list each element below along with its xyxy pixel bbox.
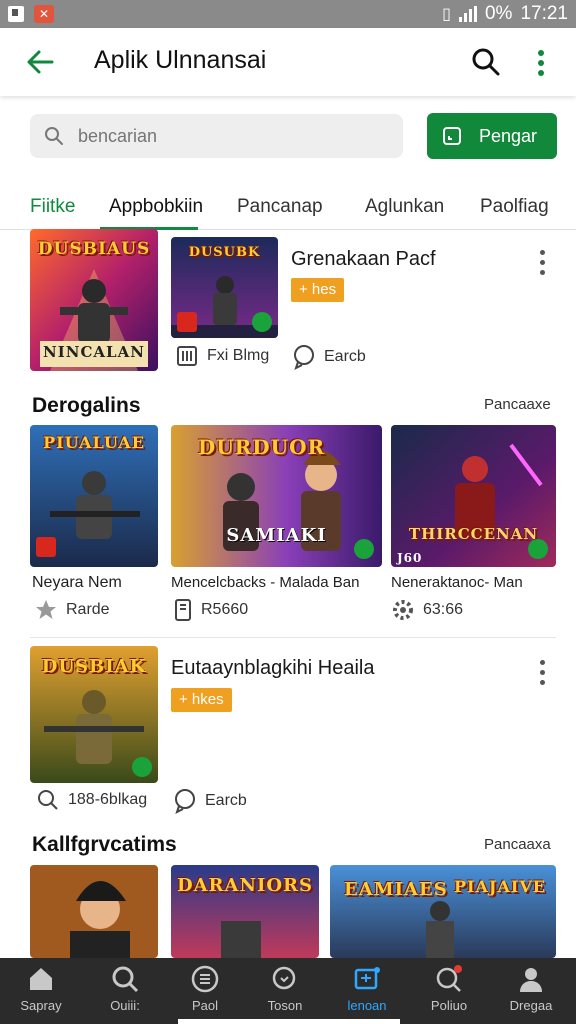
featured-menu-button[interactable]: [537, 250, 547, 278]
art-title: DARANIORS: [176, 875, 313, 896]
art-title: DURDUOR: [197, 435, 326, 459]
tab-4[interactable]: Paolfiag: [480, 196, 549, 218]
game-art-section1-2[interactable]: DURDUOR SAMIAKI: [171, 425, 382, 567]
overflow-menu-button[interactable]: [526, 46, 556, 82]
art-title: EAMIAES: [344, 879, 448, 900]
featured-mid-title[interactable]: Eutaaynblagkihi Heaila: [171, 657, 374, 680]
comment-icon: [294, 345, 314, 370]
art-title: DUSUBK: [188, 245, 261, 260]
search-icon: [38, 790, 58, 810]
featured-meta-2-text: Earcb: [324, 348, 366, 365]
play-icon: [354, 539, 374, 559]
art-title-2: PIAJAIVE: [453, 877, 546, 896]
featured-badge: + hes: [291, 278, 345, 302]
nav-item-2[interactable]: Paol: [164, 958, 246, 1024]
nav-item-3[interactable]: Toson: [244, 958, 326, 1024]
arrow-left-icon: [27, 50, 54, 74]
featured-meta-1: Fxi Blmg: [175, 344, 269, 368]
game-art-featured-1[interactable]: DUSBIAUS NINCALAN: [30, 229, 158, 371]
featured-mid-meta-1: 188-6blkag: [36, 788, 147, 812]
game-art-featured-3[interactable]: DUSBIAK: [30, 646, 158, 783]
search-submit-button[interactable]: Pengar: [427, 113, 557, 159]
list-icon: [191, 965, 219, 993]
featured-title[interactable]: Grenakaan Pacf: [291, 248, 436, 271]
clock: 17:21: [520, 3, 568, 24]
search-button-label: Pengar: [479, 125, 538, 146]
back-button[interactable]: [22, 44, 58, 80]
star-icon: [36, 600, 56, 619]
gear-icon: [393, 600, 413, 620]
section-2-title: Kallfgrvcatims: [32, 833, 177, 856]
notification-icon: [8, 6, 24, 22]
divider: [30, 637, 556, 638]
comment-icon: [175, 789, 195, 814]
bottom-navigation: Sapray Ouiii: Paol Toson lenoan Poliuo D…: [0, 958, 576, 1024]
badge-icon: [177, 312, 197, 332]
search-icon: [45, 127, 63, 145]
gesture-bar: [178, 1019, 400, 1024]
page-title: Aplik Ulnnansai: [94, 46, 267, 74]
section-1-item-3-caption[interactable]: Neneraktanoc- Man: [391, 574, 523, 591]
nav-item-0[interactable]: Sapray: [0, 958, 82, 1024]
phone-icon: [175, 599, 191, 621]
more-vertical-icon: [538, 50, 544, 76]
game-art-section1-3[interactable]: THIRCCENAN J60: [391, 425, 556, 567]
vibrate-icon: ▯: [442, 6, 451, 23]
featured-meta-2: Earcb: [292, 344, 366, 370]
play-icon: [252, 312, 272, 332]
featured-mid-badge: + hkes: [171, 688, 232, 712]
art-subtitle: NINCALAN: [43, 343, 145, 361]
search-icon: [472, 48, 500, 76]
tab-bar: Fiitke Appbobkiin Pancanap Aglunkan Paol…: [0, 186, 576, 230]
featured-mid-menu-button[interactable]: [537, 660, 547, 688]
section-1-item-1-meta: Rarde: [34, 598, 110, 622]
search-input[interactable]: [78, 114, 388, 158]
play-icon: [528, 539, 548, 559]
art-subtitle: SAMIAKI: [226, 525, 327, 546]
chart-icon: [177, 346, 197, 366]
battery-text: 0%: [484, 3, 513, 24]
section-1-more-link[interactable]: Pancaaxe: [484, 396, 551, 413]
play-icon: [132, 757, 152, 777]
tab-0[interactable]: Fiitke: [30, 196, 75, 218]
art-title: PIUALUAE: [43, 433, 145, 452]
section-1-item-2-meta: R5660: [173, 598, 248, 622]
tab-1[interactable]: Appbobkiin: [109, 196, 203, 218]
badge-icon: [36, 537, 56, 557]
app-notification-icon: ✕: [34, 5, 54, 23]
notification-icon: [436, 965, 462, 992]
featured-meta-1-text: Fxi Blmg: [207, 347, 270, 364]
game-art-section2-1[interactable]: [30, 865, 158, 958]
nav-item-6[interactable]: Dregaa: [490, 958, 572, 1024]
search-box: [30, 114, 403, 158]
tab-3[interactable]: Aglunkan: [365, 196, 444, 218]
game-art-section2-2[interactable]: DARANIORS: [171, 865, 319, 958]
game-art-section1-1[interactable]: PIUALUAE: [30, 425, 158, 567]
section-1-item-2-caption[interactable]: Mencelcbacks - Malada Ban: [171, 574, 359, 591]
section-1-title: Derogalins: [32, 394, 141, 417]
search-icon: [112, 966, 139, 993]
art-tag: J60: [397, 551, 423, 565]
featured-mid-meta-2: Earcb: [173, 788, 247, 814]
section-2-more-link[interactable]: Pancaaxa: [484, 836, 551, 853]
signal-icon: [458, 6, 477, 22]
nav-item-1[interactable]: Ouiii:: [84, 958, 166, 1024]
search-button[interactable]: [468, 44, 504, 80]
app-bar: Aplik Ulnnansai: [0, 28, 576, 96]
nav-item-5[interactable]: Poliuo: [408, 958, 490, 1024]
person-icon: [520, 968, 542, 992]
apps-icon: [354, 967, 380, 990]
section-1-item-3-meta: 63:66: [391, 598, 463, 622]
nav-item-4[interactable]: lenoan: [326, 958, 408, 1024]
art-title: DUSBIAUS: [37, 239, 151, 259]
app-icon: [443, 127, 461, 145]
home-icon: [30, 968, 52, 990]
art-title: DUSBIAK: [41, 656, 147, 677]
status-bar: ✕ ▯ 0% 17:21: [0, 0, 576, 28]
game-art-section2-3[interactable]: EAMIAES PIAJAIVE: [330, 865, 556, 958]
tab-2[interactable]: Pancanap: [237, 196, 323, 218]
game-art-featured-2[interactable]: DUSUBK: [171, 237, 278, 338]
magnifier-icon: [272, 966, 296, 990]
section-1-item-1-caption[interactable]: Neyara Nem: [32, 574, 122, 592]
